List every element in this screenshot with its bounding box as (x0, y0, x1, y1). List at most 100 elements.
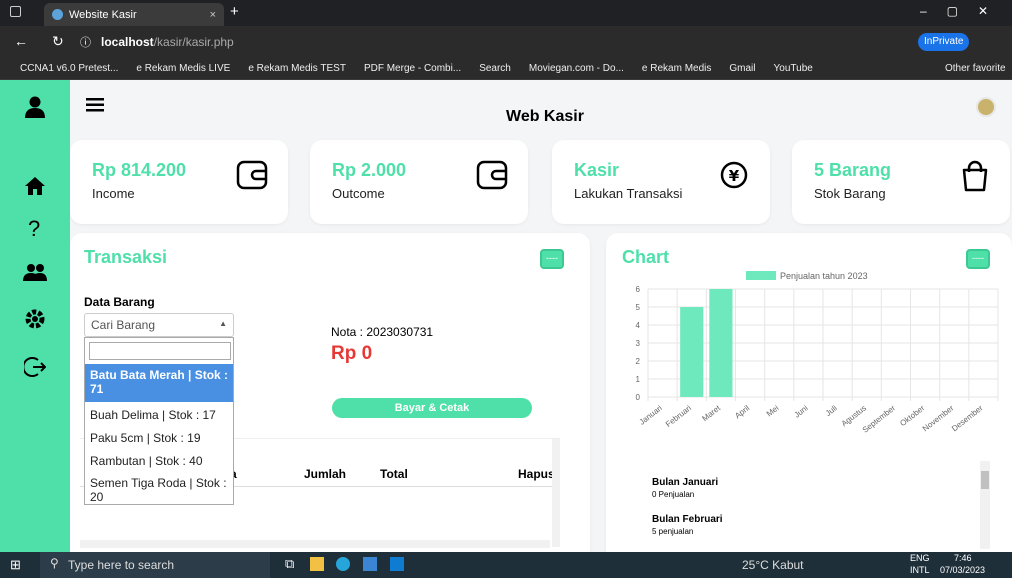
bayar-cetak-button[interactable]: Bayar & Cetak (332, 398, 532, 418)
home-icon[interactable] (24, 176, 46, 196)
shopping-bag-icon (962, 160, 988, 192)
logout-icon[interactable] (24, 356, 46, 378)
info-icon: ⓘ (80, 37, 91, 49)
month-label: Bulan Januari (652, 477, 719, 488)
chart-toggle-button[interactable]: ---- (966, 249, 990, 269)
dropdown-option[interactable]: Semen Tiga Roda | Stok : 20 (85, 474, 233, 504)
user-icon[interactable] (24, 96, 46, 118)
lang-layout: INTL (910, 565, 930, 575)
help-icon[interactable]: ? (28, 216, 40, 242)
x-tick-label: November (921, 403, 956, 433)
refresh-icon[interactable]: ↻ (52, 33, 64, 50)
edge-icon[interactable] (336, 557, 350, 571)
tab-title: Website Kasir (69, 8, 137, 21)
dropdown-option[interactable]: Rambutan | Stok : 40 (85, 450, 233, 472)
month-note: 5 penjualan (652, 527, 694, 536)
y-tick-label: 2 (636, 357, 641, 366)
dropdown-option[interactable]: Buah Delima | Stok : 17 (85, 404, 233, 426)
bookmark-item[interactable]: e Rekam Medis (642, 63, 711, 74)
bookmark-item[interactable]: YouTube (774, 63, 813, 74)
taskbar: ⊞ ⚲ Type here to search ⧉ 25°C Kabut ENG… (0, 552, 1012, 578)
bookmark-item[interactable]: Moviegan.com - Do... (529, 63, 624, 74)
window-controls[interactable]: –▢✕ (920, 4, 1008, 18)
bookmarks-bar: CCNA1 v6.0 Pretest... e Rekam Medis LIVE… (0, 58, 1012, 80)
stok-card: 5 Barang Stok Barang (792, 140, 1010, 224)
chart-title: Chart (622, 247, 670, 267)
barang-select[interactable]: Cari Barang ▲ (84, 313, 234, 337)
file-explorer-icon[interactable] (310, 557, 324, 571)
url-host: localhost (101, 35, 154, 49)
y-tick-label: 1 (636, 375, 641, 384)
vscode-icon[interactable] (390, 557, 404, 571)
windows-start-icon[interactable]: ⊞ (10, 557, 21, 573)
svg-text:¥: ¥ (729, 167, 740, 185)
address-bar-row: ← ↻ ⓘ localhost /kasir/kasir.php InPriva… (0, 26, 1012, 58)
favicon-icon (52, 9, 63, 20)
data-barang-label: Data Barang (84, 295, 155, 309)
avatar[interactable] (976, 97, 996, 117)
col-hapus: Hapus (518, 467, 555, 481)
other-favorites[interactable]: Other favorite (945, 63, 1006, 74)
dropdown-option[interactable]: Paku 5cm | Stok : 19 (85, 427, 233, 449)
search-placeholder: Type here to search (68, 558, 175, 572)
users-icon[interactable] (23, 263, 47, 281)
outcome-card: Rp 2.000 Outcome (310, 140, 528, 224)
month-label: Bulan Februari (652, 514, 723, 525)
x-tick-label: April (733, 403, 751, 420)
settings-icon[interactable] (24, 308, 46, 330)
bookmark-item[interactable]: PDF Merge - Combi... (364, 63, 461, 74)
dropdown-option[interactable]: Batu Bata Merah | Stok : 71 (85, 364, 233, 402)
kasir-card[interactable]: Kasir Lakukan Transaksi ¥ (552, 140, 770, 224)
url-field[interactable]: ⓘ localhost /kasir/kasir.php (80, 30, 870, 54)
chart-bar (680, 307, 704, 397)
wallet-icon (236, 160, 268, 190)
income-card: Rp 814.200 Income (70, 140, 288, 224)
chart-card: Chart ---- Penjualan tahun 2023 0 1 2 3 4 5 6 Ja… (606, 233, 1012, 552)
browser-tab[interactable]: Website Kasir × (44, 3, 224, 26)
hamburger-menu-icon[interactable] (86, 98, 104, 112)
y-tick-label: 4 (636, 321, 641, 330)
list-scrollbar[interactable] (980, 461, 990, 549)
stok-value: 5 Barang (814, 160, 892, 180)
main-content: Web Kasir Rp 814.200 Income Rp 2.000 Out… (70, 80, 1012, 552)
new-tab-icon[interactable]: + (230, 3, 239, 20)
bookmark-item[interactable]: Gmail (729, 63, 755, 74)
barang-dropdown: Batu Bata Merah | Stok : 71 Buah Delima … (84, 337, 234, 505)
url-path: /kasir/kasir.php (153, 35, 234, 49)
weather-text[interactable]: 25°C Kabut (742, 558, 804, 572)
search-icon: ⚲ (50, 556, 59, 570)
horizontal-scrollbar[interactable] (80, 540, 550, 548)
legend-label: Penjualan tahun 2023 (780, 271, 868, 281)
bookmark-item[interactable]: Search (479, 63, 511, 74)
back-icon[interactable]: ← (14, 33, 28, 49)
kasir-value: Kasir (574, 160, 620, 180)
clock-time[interactable]: 7:46 (954, 553, 972, 563)
bookmark-item[interactable]: e Rekam Medis TEST (248, 63, 346, 74)
vertical-scrollbar[interactable] (552, 439, 560, 547)
inprivate-badge[interactable]: InPrivate (918, 33, 970, 51)
x-tick-label: Januari (638, 403, 664, 426)
lang-indicator[interactable]: ENG (910, 553, 930, 563)
x-tick-label: Desember (950, 403, 985, 433)
dropdown-search-input[interactable] (89, 342, 231, 360)
bookmark-item[interactable]: CCNA1 v6.0 Pretest... (20, 63, 118, 74)
x-tick-label: Februari (664, 403, 693, 429)
x-tick-label: September (861, 403, 898, 434)
clock-date: 07/03/2023 (940, 565, 986, 575)
task-view-icon[interactable]: ⧉ (285, 556, 294, 572)
store-icon[interactable] (363, 557, 377, 571)
legend-swatch (746, 271, 776, 280)
browser-tab-bar: Website Kasir × + –▢✕ (0, 0, 1012, 26)
total-amount: Rp 0 (331, 343, 373, 364)
x-tick-label: Mei (765, 403, 781, 418)
bookmark-item[interactable]: e Rekam Medis LIVE (136, 63, 230, 74)
y-tick-label: 5 (636, 303, 641, 312)
transaksi-toggle-button[interactable]: ---- (540, 249, 564, 269)
taskbar-search[interactable]: ⚲ Type here to search (40, 552, 270, 578)
outcome-label: Outcome (332, 186, 385, 201)
close-tab-icon[interactable]: × (210, 9, 216, 21)
bar-chart: Penjualan tahun 2023 0 1 2 3 4 5 6 Januari Februa… (636, 271, 999, 435)
tab-actions-icon[interactable] (10, 6, 21, 17)
y-tick-label: 6 (636, 285, 641, 294)
stok-label: Stok Barang (814, 186, 886, 201)
